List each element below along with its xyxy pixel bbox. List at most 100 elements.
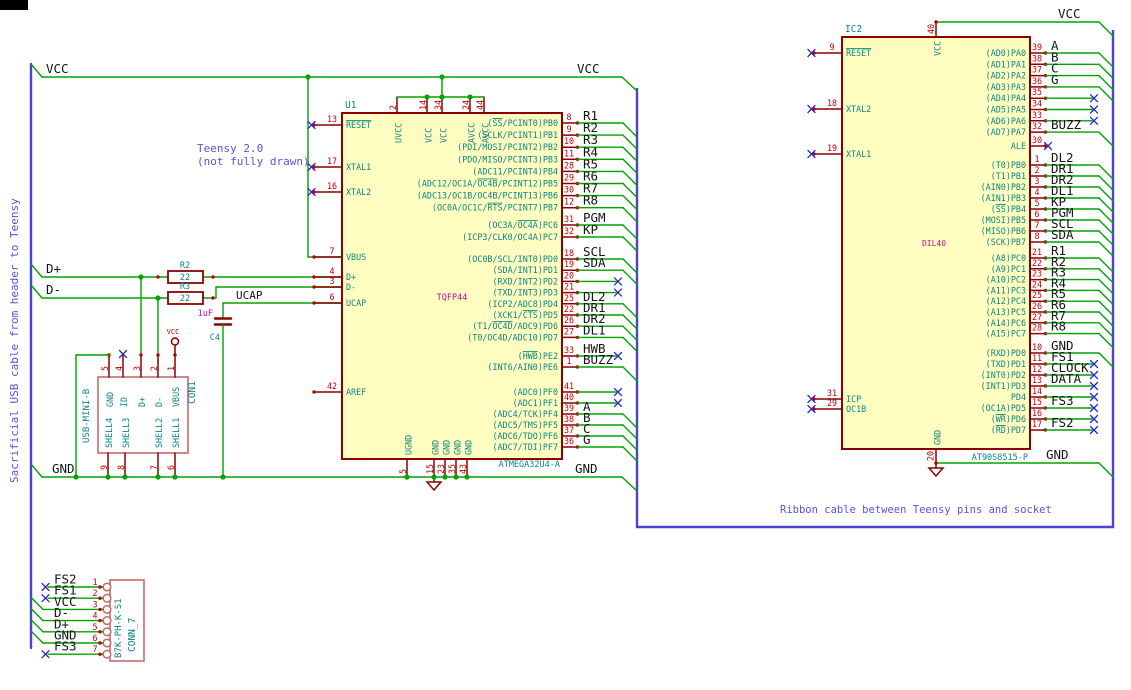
conn7-value: B7K-PH-K-S1: [114, 598, 124, 658]
junction-dot: [464, 474, 470, 480]
r3-resistor-value: 22: [180, 294, 190, 304]
wire: [622, 325, 638, 341]
net-label[interactable]: DL1: [583, 322, 606, 337]
net-label-vcc[interactable]: VCC: [46, 61, 69, 76]
wire: [622, 236, 638, 252]
net-label[interactable]: G: [583, 432, 591, 447]
pin-name: (INT6/AIN0)PE6: [487, 362, 558, 372]
net-label-gnd[interactable]: GND: [1046, 447, 1069, 462]
pin-number: 8: [116, 465, 126, 470]
net-label-vcc[interactable]: VCC: [577, 61, 600, 76]
pin-name: XTAL1: [346, 162, 371, 172]
pin-name: SHELL1: [171, 418, 181, 448]
pin-name: (ADC4/TCK)PF4: [492, 409, 558, 419]
net-label-vcc[interactable]: VCC: [1058, 6, 1081, 21]
pin-end-dot: [98, 652, 102, 656]
net-label[interactable]: R8: [1051, 319, 1066, 334]
pin-number: 34: [1032, 99, 1042, 109]
pin-number: 18: [564, 248, 574, 258]
pin-number: 21: [1032, 247, 1042, 257]
pin-name: (ADC6/TDO)PF6: [492, 431, 558, 441]
pin-end-dot: [312, 301, 316, 305]
con1-symbol[interactable]: CON1 USB-MINI-B 5 GND 4 ID 3 D+ 2 D- 1 VBUS 9 SHELL4 8…: [82, 349, 198, 478]
pin-number: 3: [329, 276, 334, 286]
window-corner-artifact: [0, 0, 28, 10]
pin-number: 29: [564, 173, 574, 183]
r3-resistor[interactable]: R322: [167, 282, 204, 305]
conn7-pin-circle: [102, 649, 112, 659]
pin-number: 11: [564, 148, 574, 158]
pin-name: (T0)PB0: [991, 160, 1026, 170]
net-label-ucap[interactable]: UCAP: [236, 289, 263, 302]
pin-name: (A12)PC4: [986, 296, 1026, 306]
pin-name: (A11)PC3: [986, 285, 1026, 295]
gnd-triangle: [425, 481, 443, 492]
net-label[interactable]: KP: [583, 222, 598, 237]
pin-number: 36: [1032, 76, 1042, 86]
net-label[interactable]: DATA: [1051, 371, 1082, 386]
pin-number: 28: [564, 160, 574, 170]
net-label[interactable]: FS3: [1051, 393, 1074, 408]
pin-number: 13: [327, 114, 337, 124]
pin-number: 42: [327, 381, 337, 391]
wire: [1098, 74, 1114, 91]
pin-number: 10: [564, 136, 574, 146]
wire: [622, 413, 638, 429]
net-label[interactable]: FS2: [1051, 415, 1074, 430]
pin-number: 1: [1034, 154, 1039, 164]
net-label[interactable]: G: [1051, 72, 1059, 87]
pin-number: 38: [1032, 53, 1042, 63]
pin-name: GND: [442, 440, 452, 455]
c4-capacitor[interactable]: 1uF C4: [198, 302, 233, 478]
net-label-gnd[interactable]: GND: [575, 461, 598, 476]
pin-number: 3: [92, 599, 97, 609]
wire: [1098, 208, 1114, 224]
pin-name: (A8)PC0: [991, 253, 1026, 263]
pin-name: (PDO/MISO/PCINT3)PB3: [457, 154, 558, 164]
net-label[interactable]: SDA: [583, 255, 606, 270]
wire: [622, 158, 638, 175]
pin-name: (SDA/INT1)PD1: [492, 265, 558, 275]
net-label[interactable]: FS3: [54, 639, 77, 654]
wire: [622, 258, 638, 274]
pin-number: 22: [564, 304, 574, 314]
net-label[interactable]: R8: [583, 193, 598, 208]
wire: [622, 446, 638, 462]
pin-name: (MISO)PB6: [981, 226, 1026, 236]
pin-number: 32: [1032, 121, 1042, 131]
pin-number: 4: [92, 611, 97, 621]
junction-dot: [467, 94, 473, 100]
pin-end-dot: [312, 390, 316, 394]
pin-number: 33: [564, 345, 574, 355]
pin-name: (OC1A)PD5: [981, 403, 1026, 413]
pin-number: 16: [327, 181, 337, 191]
net-label[interactable]: SDA: [1051, 227, 1074, 242]
pin-number: 25: [1032, 290, 1042, 300]
net-label[interactable]: BUZZ: [583, 352, 614, 367]
pin-number: 39: [1032, 42, 1042, 52]
pin-number: 37: [564, 425, 574, 435]
r3-resistor-ref: R3: [180, 282, 190, 292]
u1-value: ATMEGA32U4-A: [499, 460, 560, 470]
schematic-canvas[interactable]: VCC VCC D+ D- GND GND UCAP R2 22 R3 22 1uF C4 U1 ATMEG…: [0, 0, 1131, 690]
net-label-dplus[interactable]: D+: [46, 261, 61, 276]
wire: [622, 435, 638, 451]
pin-name: RESET: [346, 120, 371, 130]
pin-number: 12: [1032, 364, 1042, 374]
junction-dot: [122, 474, 128, 480]
pin-end-dot: [312, 275, 316, 279]
r2-resistor[interactable]: R222: [167, 261, 204, 284]
pin-number: 27: [1032, 312, 1042, 322]
pin-name: VBUS: [346, 252, 366, 262]
net-label[interactable]: BUZZ: [1051, 117, 1082, 132]
wire: [622, 336, 638, 353]
pin-name: OC1B: [846, 404, 866, 414]
pin-name: VCC: [439, 128, 449, 143]
pin-name: SHELL3: [121, 418, 131, 448]
net-label-gnd[interactable]: GND: [52, 461, 75, 476]
conn7-symbol[interactable]: B7K-PH-K-S1 CONN_71FS22FS13VCC4D-5D+6GND7…: [30, 572, 145, 662]
pin-number: 22: [1032, 258, 1042, 268]
pin-name: (AD2)PA2: [986, 71, 1026, 81]
net-label-dminus[interactable]: D-: [46, 282, 61, 297]
pin-name: (RXD/INT2)PD2: [492, 276, 558, 286]
